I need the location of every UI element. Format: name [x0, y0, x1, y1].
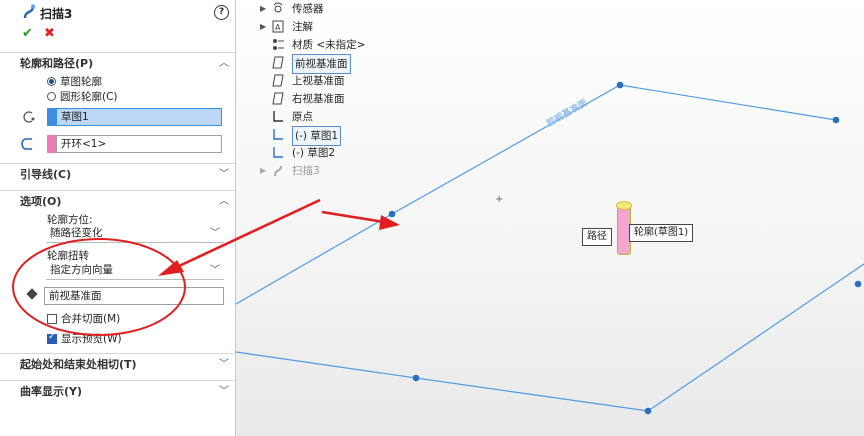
tree-item-label: (-) 草图2 [292, 147, 335, 159]
show-preview-label: 显示预览(W) [61, 333, 122, 345]
section-guide-curves-label: 引导线(C) [20, 168, 72, 181]
tree-item-label: 扫描3 [292, 165, 320, 177]
merge-faces-label: 合并切面(M) [61, 313, 121, 325]
sensor-icon [272, 2, 284, 15]
twist-value: 指定方向向量 [50, 264, 113, 276]
sweep-profile-ellipse [616, 201, 632, 210]
path-selection-box[interactable]: 开环<1> [56, 135, 222, 153]
section-curvature-display[interactable]: 曲率显示(Y) ﹀ [0, 380, 235, 404]
path-color-swatch [47, 135, 56, 153]
direction-selection-box[interactable]: 前视基准面 [44, 287, 224, 305]
orientation-dropdown[interactable]: 随路径变化 ﹀ [46, 225, 224, 243]
ok-check-icon[interactable]: ✔ [22, 26, 33, 41]
svg-text:A: A [275, 23, 281, 32]
expand-chevron-icon[interactable]: ﹀ [219, 381, 229, 403]
radio-sketch-profile[interactable] [47, 77, 56, 86]
svg-text:+: + [495, 194, 503, 205]
merge-faces-checkbox[interactable] [47, 314, 57, 324]
section-guide-curves[interactable]: 引导线(C) ﹀ [0, 163, 235, 187]
profile-selection-box[interactable]: 草图1 [56, 108, 222, 126]
plane-icon [272, 74, 284, 87]
sketch-icon [272, 146, 284, 159]
orientation-value: 随路径变化 [50, 227, 103, 239]
section-options[interactable]: 选项(O) ︿ [0, 190, 235, 214]
tree-item-label: 原点 [292, 111, 313, 123]
section-profile-path-label: 轮廓和路径(P) [20, 57, 94, 70]
radio-circle-profile[interactable] [47, 92, 56, 101]
origin-icon [272, 110, 284, 123]
tree-item-label: 传感器 [292, 3, 324, 15]
expand-arrow-icon: ▶ [260, 166, 267, 175]
twist-dropdown[interactable]: 指定方向向量 ﹀ [46, 262, 224, 280]
expand-chevron-icon[interactable]: ﹀ [219, 354, 229, 376]
profile-selector-icon [20, 110, 36, 124]
sweep-feature-icon [272, 164, 284, 177]
chevron-down-icon: ﹀ [210, 228, 220, 239]
direction-vector-icon [26, 288, 38, 300]
help-icon[interactable]: ? [214, 5, 229, 20]
radio-sketch-profile-label: 草图轮廓 [60, 76, 102, 88]
expand-chevron-icon[interactable]: ﹀ [219, 164, 229, 186]
feature-title: 扫描3 [40, 7, 73, 21]
profile-color-swatch [47, 108, 56, 126]
plane-icon [272, 92, 284, 105]
tree-item-label: (-) 草图1 [292, 126, 341, 146]
cancel-x-icon[interactable]: ✖ [44, 26, 55, 41]
path-selector-icon [20, 137, 36, 151]
tree-item-label: 材质 <未指定> [292, 39, 366, 51]
tree-item-label: 右视基准面 [292, 93, 345, 105]
section-start-end-tangency[interactable]: 起始处和结束处相切(T) ﹀ [0, 353, 235, 377]
tree-item-label: 注解 [292, 21, 313, 33]
radio-circle-profile-label: 圆形轮廓(C) [60, 91, 118, 103]
section-start-end-label: 起始处和结束处相切(T) [20, 358, 137, 371]
graphics-viewport[interactable]: + 前视基准面 ▶ 传感器 ▶ A 注解 材质 <未指定> 前视基准面 上视基准… [236, 0, 864, 436]
profile-callout[interactable]: 轮廓(草图1) [629, 224, 694, 242]
section-profile-path[interactable]: 轮廓和路径(P) ︿ [0, 52, 235, 76]
section-curvature-label: 曲率显示(Y) [20, 385, 83, 398]
show-preview-checkbox[interactable] [47, 332, 57, 344]
path-callout[interactable]: 路径 [582, 228, 612, 246]
section-options-label: 选项(O) [20, 195, 62, 208]
chevron-down-icon: ﹀ [210, 265, 220, 276]
property-manager: 扫描3 ? ✔ ✖ 轮廓和路径(P) ︿ 草图轮廓 圆形轮廓(C) 草图1 开环… [0, 0, 236, 436]
material-icon [272, 38, 284, 51]
twist-label: 轮廓扭转 [47, 250, 89, 262]
expand-arrow-icon: ▶ [260, 22, 267, 31]
expand-arrow-icon: ▶ [260, 4, 267, 13]
tree-item-label: 前视基准面 [292, 54, 351, 74]
collapse-chevron-icon[interactable]: ︿ [219, 191, 229, 213]
plane-icon [272, 56, 284, 69]
collapse-chevron-icon[interactable]: ︿ [219, 53, 229, 75]
sweep-feature-icon [22, 4, 36, 20]
sketch-icon [272, 128, 284, 141]
annotation-icon: A [272, 20, 284, 33]
tree-item-label: 上视基准面 [292, 75, 345, 87]
